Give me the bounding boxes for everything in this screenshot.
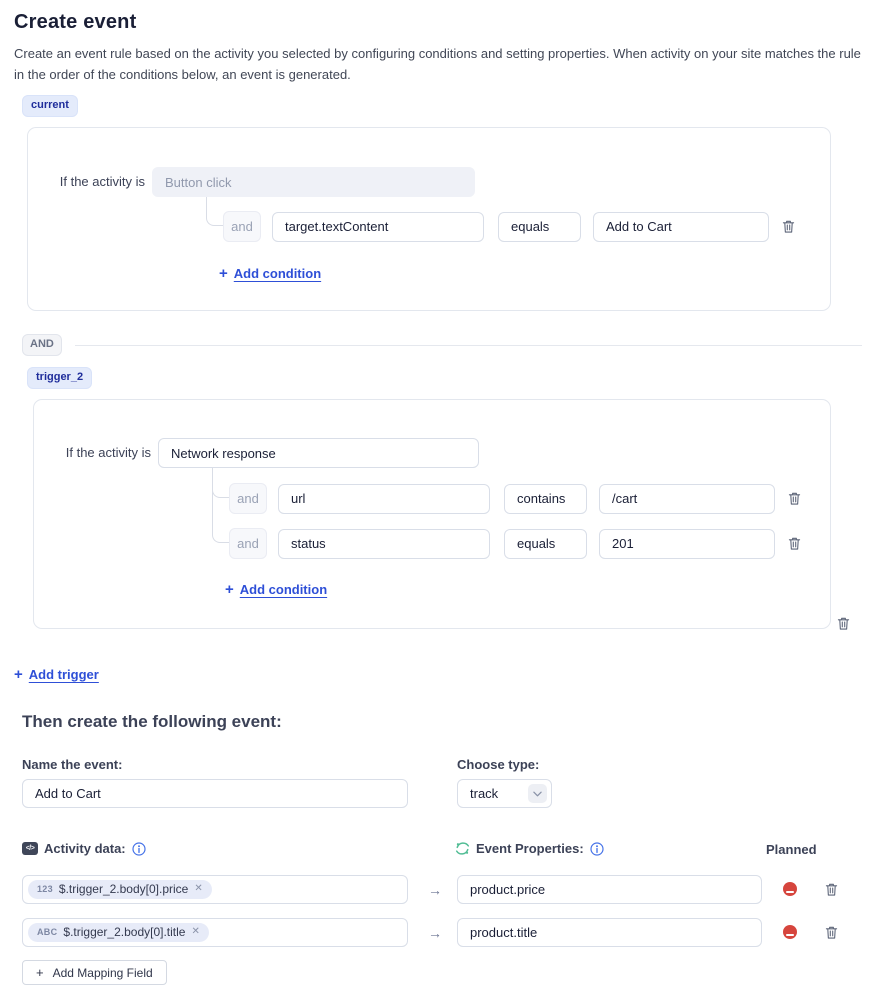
plus-icon: +	[225, 581, 234, 598]
add-mapping-field-button[interactable]: + Add Mapping Field	[22, 960, 167, 985]
delete-mapping-button[interactable]	[824, 924, 838, 940]
mapping-source-input[interactable]: ABC $.trigger_2.body[0].title ✕	[22, 918, 408, 947]
activity-type-input[interactable]	[158, 438, 479, 468]
event-name-label: Name the event:	[22, 757, 122, 772]
condition-field-input[interactable]	[278, 484, 490, 514]
info-icon[interactable]	[590, 842, 604, 856]
code-icon	[22, 842, 38, 855]
delete-condition-button[interactable]	[787, 536, 801, 552]
type-number-icon: 123	[37, 885, 53, 894]
trash-icon	[837, 616, 850, 631]
and-connector-chip: and	[223, 211, 261, 242]
condition-value-input[interactable]	[599, 529, 775, 559]
event-name-input[interactable]	[22, 779, 408, 808]
trigger-card-2: If the activity is and contains and equa…	[33, 399, 831, 629]
and-connector-chip: and	[229, 483, 267, 514]
trash-icon	[788, 491, 801, 506]
mapping-target-input[interactable]	[457, 918, 762, 947]
event-type-select[interactable]: track	[457, 779, 552, 808]
page-description: Create an event rule based on the activi…	[14, 44, 862, 85]
mapping-source-input[interactable]: 123 $.trigger_2.body[0].price ✕	[22, 875, 408, 904]
activity-label: If the activity is	[34, 438, 151, 468]
condition-field-input[interactable]	[272, 212, 484, 242]
event-section-heading: Then create the following event:	[22, 712, 282, 732]
condition-row: and equals	[229, 528, 801, 559]
condition-connector-line	[206, 197, 223, 226]
close-icon[interactable]: ✕	[191, 927, 199, 937]
activity-data-header: Activity data:	[22, 841, 146, 856]
arrow-right-icon: →	[427, 925, 443, 941]
close-icon[interactable]: ✕	[194, 884, 202, 894]
add-condition-button[interactable]: + Add condition	[225, 581, 327, 598]
add-condition-button[interactable]: + Add condition	[219, 265, 321, 282]
mapping-target-input[interactable]	[457, 875, 762, 904]
condition-value-input[interactable]	[593, 212, 769, 242]
trash-icon	[825, 882, 838, 897]
delete-trigger-button[interactable]	[836, 615, 850, 631]
condition-field-input[interactable]	[278, 529, 490, 559]
condition-row: and equals	[223, 211, 795, 242]
condition-connector-line	[212, 468, 229, 543]
activity-label: If the activity is	[28, 167, 145, 197]
planned-column-header: Planned	[766, 842, 817, 857]
plus-icon: +	[36, 965, 44, 980]
condition-operator-select[interactable]: equals	[504, 529, 587, 559]
page-title: Create event	[14, 11, 136, 34]
condition-operator-select[interactable]: contains	[504, 484, 587, 514]
event-type-label: Choose type:	[457, 757, 539, 772]
and-divider-chip: AND	[22, 334, 62, 356]
event-properties-header: Event Properties:	[455, 841, 604, 856]
mapping-source-pill: 123 $.trigger_2.body[0].price ✕	[28, 880, 212, 899]
and-connector-chip: and	[229, 528, 267, 559]
plus-icon: +	[219, 265, 228, 282]
trigger-card-1: If the activity is and equals + Add cond…	[27, 127, 831, 311]
condition-operator-select[interactable]: equals	[498, 212, 581, 242]
chevron-down-icon	[528, 784, 547, 803]
trash-icon	[825, 925, 838, 940]
delete-condition-button[interactable]	[781, 219, 795, 235]
delete-mapping-button[interactable]	[824, 881, 838, 897]
info-icon[interactable]	[132, 842, 146, 856]
trash-icon	[788, 536, 801, 551]
condition-row: and contains	[229, 483, 801, 514]
and-divider: AND	[22, 334, 862, 356]
activity-type-input[interactable]	[152, 167, 475, 197]
trash-icon	[782, 219, 795, 234]
plus-icon: +	[14, 666, 23, 683]
arrow-right-icon: →	[427, 882, 443, 898]
add-trigger-button[interactable]: + Add trigger	[14, 666, 99, 683]
planned-disabled-icon[interactable]	[783, 925, 797, 939]
divider-line	[75, 345, 862, 346]
mapping-source-pill: ABC $.trigger_2.body[0].title ✕	[28, 923, 209, 942]
planned-disabled-icon[interactable]	[783, 882, 797, 896]
type-string-icon: ABC	[37, 928, 57, 937]
trigger-badge-trigger2: trigger_2	[27, 367, 92, 389]
condition-value-input[interactable]	[599, 484, 775, 514]
trigger-badge-current: current	[22, 95, 78, 117]
segment-icon	[455, 841, 470, 856]
delete-condition-button[interactable]	[787, 491, 801, 507]
